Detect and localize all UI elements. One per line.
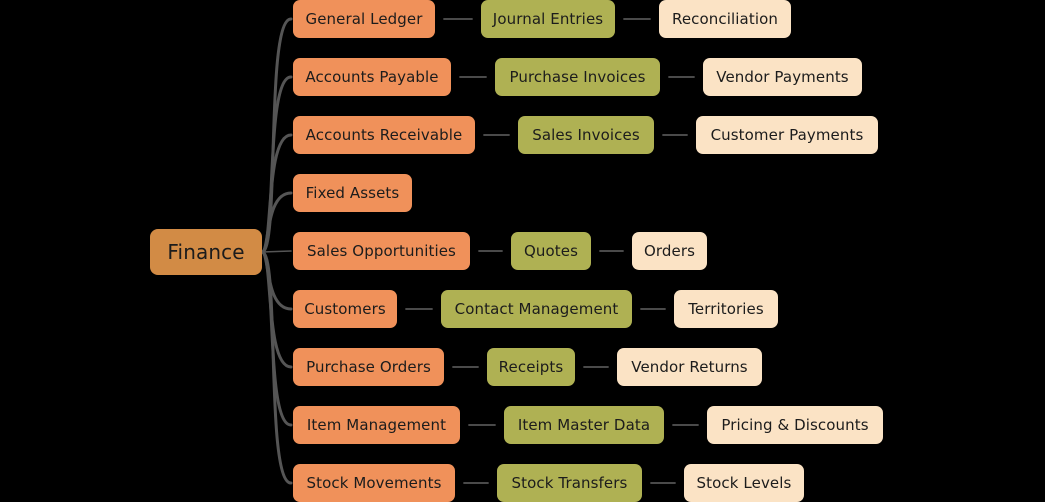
node-stock-levels[interactable]: Stock Levels [684, 464, 804, 502]
node-quotes[interactable]: Quotes [511, 232, 591, 270]
root-node-finance[interactable]: Finance [150, 229, 262, 275]
node-reconciliation[interactable]: Reconciliation [659, 0, 791, 38]
connector-edge [260, 250, 293, 485]
node-stock-transfers[interactable]: Stock Transfers [497, 464, 642, 502]
node-receipts[interactable]: Receipts [487, 348, 575, 386]
connector-edge [260, 191, 293, 254]
node-accounts-payable[interactable]: Accounts Payable [293, 58, 451, 96]
node-contact-management[interactable]: Contact Management [441, 290, 632, 328]
node-item-master-data[interactable]: Item Master Data [504, 406, 664, 444]
node-vendor-returns[interactable]: Vendor Returns [617, 348, 762, 386]
node-territories[interactable]: Territories [674, 290, 778, 328]
node-customers[interactable]: Customers [293, 290, 397, 328]
connector-edge [260, 250, 293, 427]
connector-edge [260, 250, 293, 369]
node-orders[interactable]: Orders [632, 232, 707, 270]
connector-edge [260, 250, 293, 311]
node-stock-movements[interactable]: Stock Movements [293, 464, 455, 502]
node-purchase-invoices[interactable]: Purchase Invoices [495, 58, 660, 96]
connector-edge [260, 75, 293, 254]
node-purchase-orders[interactable]: Purchase Orders [293, 348, 444, 386]
node-pricing-discounts[interactable]: Pricing & Discounts [707, 406, 883, 444]
node-general-ledger[interactable]: General Ledger [293, 0, 435, 38]
node-journal-entries[interactable]: Journal Entries [481, 0, 615, 38]
mindmap-canvas: Finance General Ledger Journal Entries Reco… [0, 0, 1045, 502]
node-sales-invoices[interactable]: Sales Invoices [518, 116, 654, 154]
node-accounts-receivable[interactable]: Accounts Receivable [293, 116, 475, 154]
node-item-management[interactable]: Item Management [293, 406, 460, 444]
connector-edge [261, 250, 292, 253]
node-customer-payments[interactable]: Customer Payments [696, 116, 878, 154]
connector-edge [260, 17, 293, 254]
node-fixed-assets[interactable]: Fixed Assets [293, 174, 412, 212]
node-vendor-payments[interactable]: Vendor Payments [703, 58, 862, 96]
node-sales-opportunities[interactable]: Sales Opportunities [293, 232, 470, 270]
connector-edge [260, 133, 293, 254]
